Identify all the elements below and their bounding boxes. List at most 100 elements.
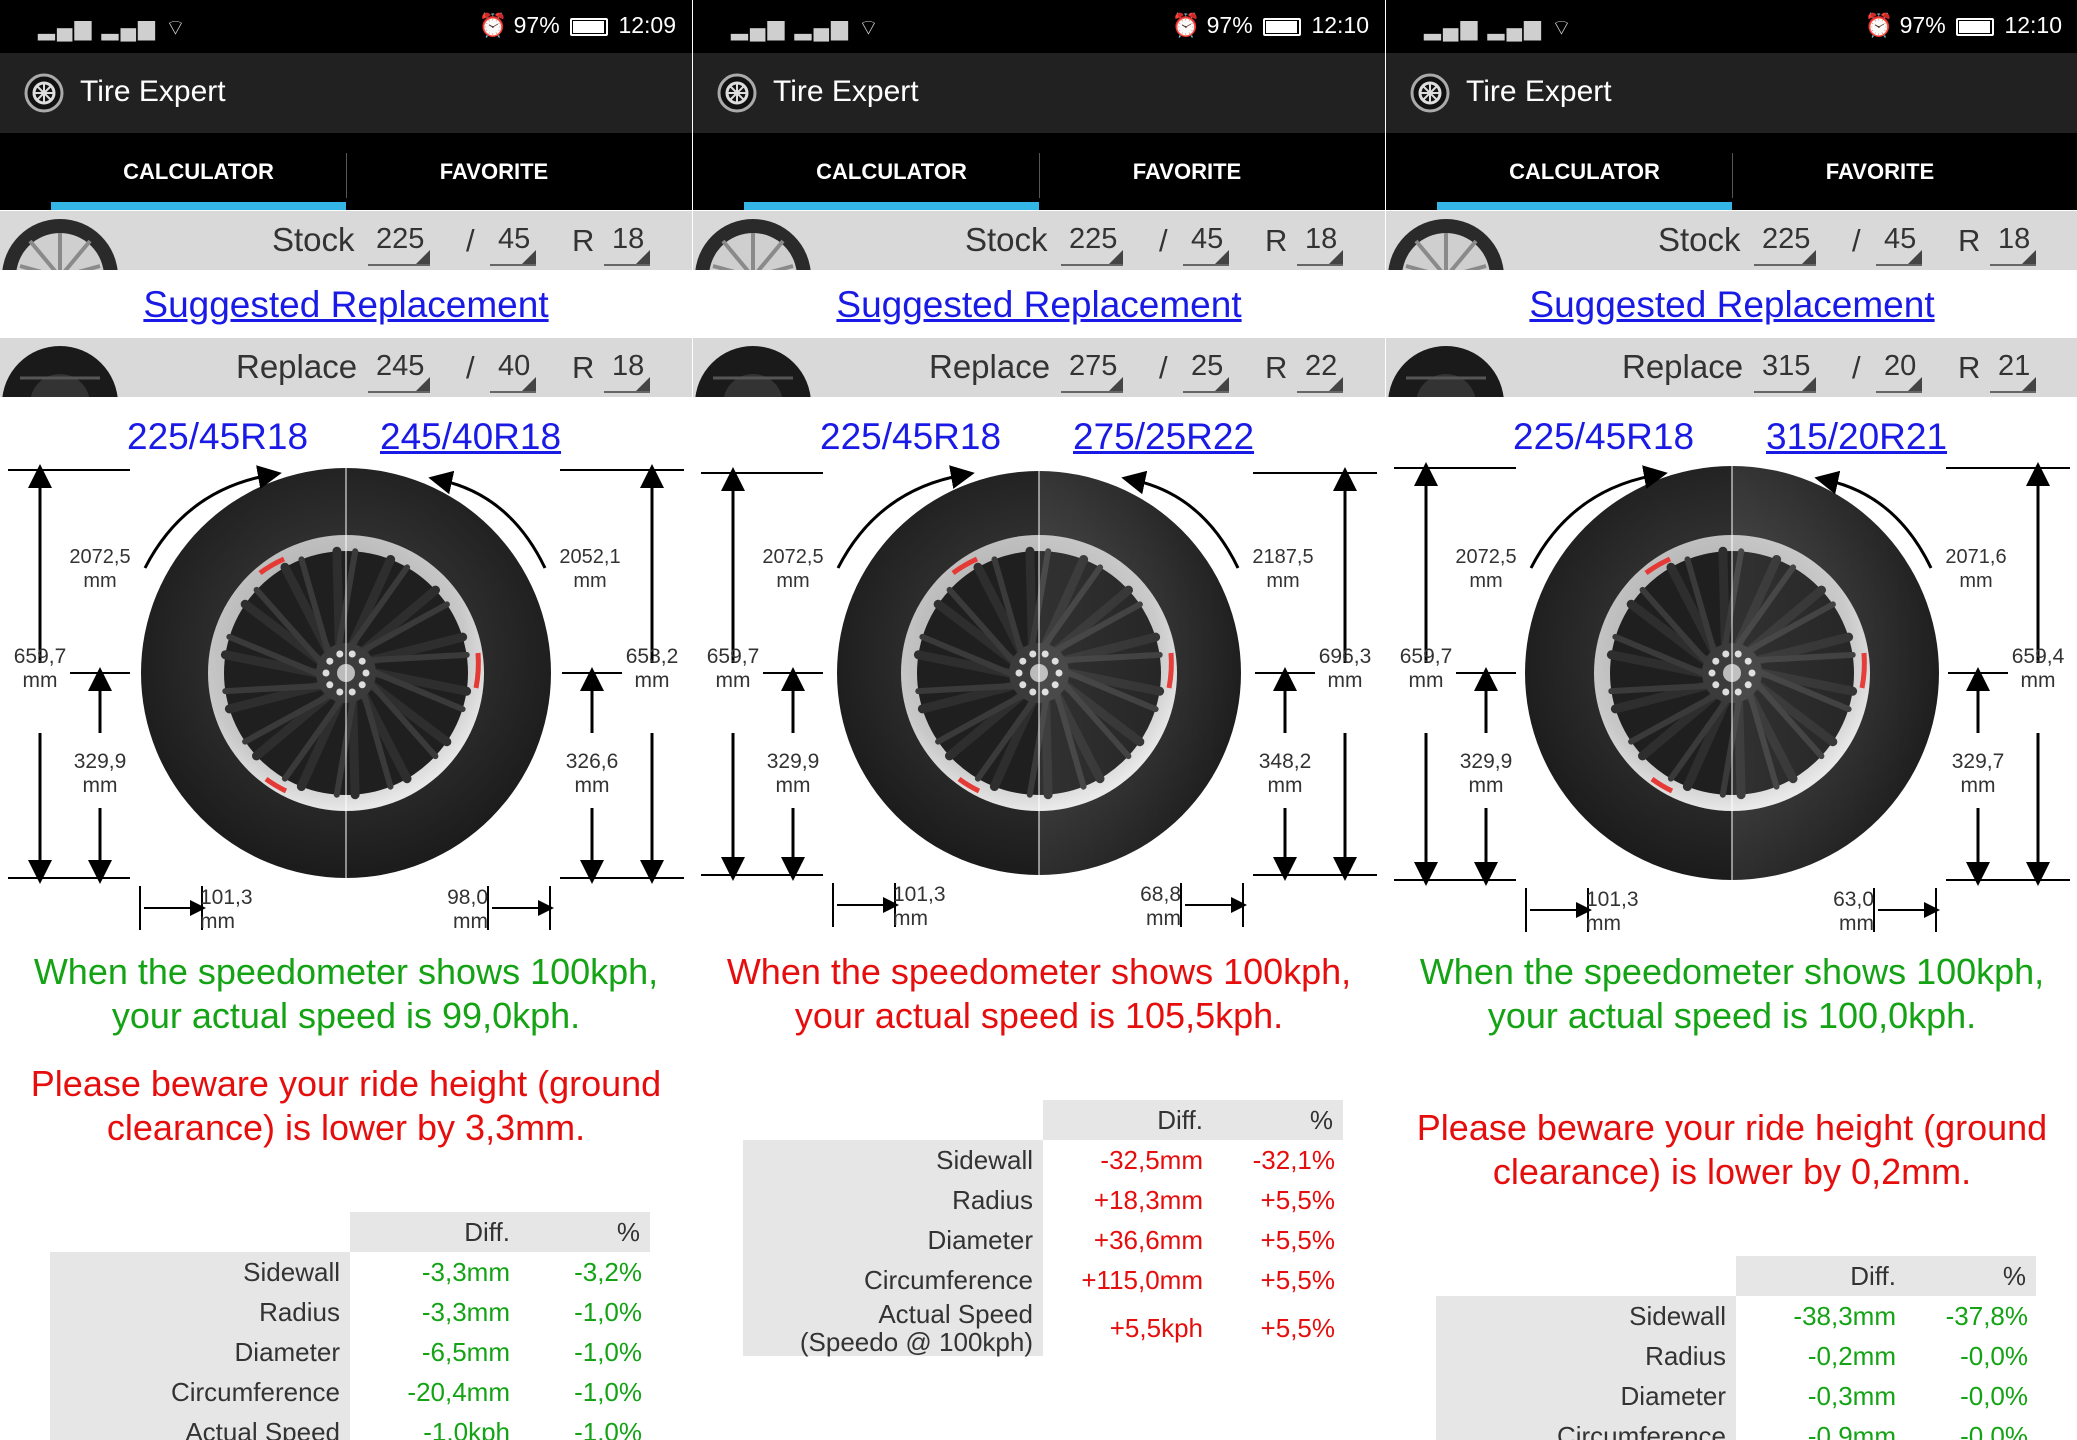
action-bar: Tire Expert xyxy=(693,53,1385,133)
result-diff: -6,5mm xyxy=(421,1336,510,1367)
tire-diagram-area: 225/45R18 315/20R21 2072,5 mm 2071,6 mm … xyxy=(1386,400,2077,940)
dropdown-arrow-icon xyxy=(636,250,651,264)
tab-calculator[interactable]: CALCULATOR xyxy=(1437,133,1732,210)
replace-width-spinner[interactable]: 275 xyxy=(1061,350,1124,393)
rim-r-label: R xyxy=(572,223,595,258)
stock-diameter: 659,7 mm xyxy=(1399,645,1453,692)
result-label: Actual Speed xyxy=(50,1412,350,1440)
result-label: Radius xyxy=(743,1180,1043,1220)
replace-rim-spinner[interactable]: 22 xyxy=(1297,350,1344,393)
replace-circumference: 2187,5 mm xyxy=(1252,546,1314,592)
slash-separator: / xyxy=(1159,223,1168,258)
result-diff: -0,9mm xyxy=(1807,1420,1896,1440)
stock-aspect-spinner[interactable]: 45 xyxy=(490,223,537,266)
result-diff: -0,3mm xyxy=(1807,1380,1896,1411)
stock-size-title: 225/45R18 xyxy=(820,416,1002,457)
tab-favorite[interactable]: FAVORITE xyxy=(1732,133,2028,210)
result-diff: -1,0kph xyxy=(423,1416,510,1440)
dropdown-arrow-icon xyxy=(1802,250,1817,264)
result-label: Circumference xyxy=(743,1260,1043,1300)
stock-size-title: 225/45R18 xyxy=(1513,416,1695,457)
rim-r-label: R xyxy=(572,350,595,385)
replace-radius: 326,6 mm xyxy=(565,750,619,797)
ride-height-warning: Please beware your ride height (ground c… xyxy=(1416,1107,2048,1192)
replace-rim-spinner[interactable]: 18 xyxy=(604,350,651,393)
result-label: Diameter xyxy=(50,1332,350,1372)
result-label: Circumference xyxy=(50,1372,350,1412)
result-diff: -3,3mm xyxy=(421,1296,510,1327)
replace-diameter: 696,3 mm xyxy=(1318,645,1372,692)
results-table: Diff. % Sidewall -32,5mm -32,1% Radius +… xyxy=(743,1100,1343,1356)
stock-label: Stock xyxy=(272,221,355,258)
tab-calculator[interactable]: CALCULATOR xyxy=(51,133,346,210)
tire-comparison-diagram xyxy=(1394,460,2070,932)
action-bar: Tire Expert xyxy=(1386,53,2077,133)
result-row: Sidewall -3,3mm -3,2% xyxy=(50,1252,650,1292)
dropdown-arrow-icon xyxy=(1908,377,1923,391)
replace-aspect-spinner[interactable]: 25 xyxy=(1183,350,1230,393)
battery-icon xyxy=(570,17,609,36)
suggested-replacement-link[interactable]: Suggested Replacement xyxy=(693,284,1385,326)
dropdown-arrow-icon xyxy=(1215,250,1230,264)
result-diff: -38,3mm xyxy=(1793,1300,1896,1331)
result-label: Sidewall xyxy=(743,1140,1043,1180)
replace-width-spinner[interactable]: 315 xyxy=(1754,350,1817,393)
status-bar: ▂▄▆ ▂▄▆ ⌔ ⏰ 97% 12:09 xyxy=(0,0,692,53)
stock-width-spinner[interactable]: 225 xyxy=(1754,223,1817,266)
result-percent: +5,5% xyxy=(1260,1264,1335,1295)
tire-thumbnail-icon xyxy=(2,346,118,397)
replace-aspect-spinner[interactable]: 40 xyxy=(490,350,537,393)
replace-size-link[interactable]: 275/25R22 xyxy=(1073,416,1254,458)
percent-column-header: % xyxy=(520,1212,650,1252)
stock-width-spinner[interactable]: 225 xyxy=(368,223,431,266)
stock-rim-spinner[interactable]: 18 xyxy=(1297,223,1344,266)
tire-app-icon xyxy=(717,73,757,113)
stock-aspect-spinner[interactable]: 45 xyxy=(1876,223,1923,266)
result-label: Diameter xyxy=(743,1220,1043,1260)
diff-column-header: Diff. xyxy=(1043,1100,1213,1140)
result-percent: -1,0% xyxy=(574,1376,642,1407)
result-row: Radius -3,3mm -1,0% xyxy=(50,1292,650,1332)
stock-radius: 329,9 mm xyxy=(1459,750,1513,797)
tab-favorite[interactable]: FAVORITE xyxy=(346,133,642,210)
stock-rim-spinner[interactable]: 18 xyxy=(1990,223,2037,266)
battery-icon xyxy=(1263,17,1302,36)
tab-calculator[interactable]: CALCULATOR xyxy=(744,133,1039,210)
result-row: Circumference -0,9mm -0,0% xyxy=(1436,1416,2036,1440)
replace-size-link[interactable]: 315/20R21 xyxy=(1766,416,1947,458)
result-row: Actual Speed (Speedo @ 100kph) +5,5kph +… xyxy=(743,1300,1343,1356)
tab-favorite[interactable]: FAVORITE xyxy=(1039,133,1335,210)
wheel-thumbnail-icon xyxy=(2,219,118,270)
results-table: Diff. % Sidewall -3,3mm -3,2% Radius -3,… xyxy=(50,1212,650,1440)
result-percent: +5,5% xyxy=(1260,1312,1335,1343)
result-label: Diameter xyxy=(1436,1376,1736,1416)
selected-tab-indicator xyxy=(744,202,1039,210)
suggested-replacement-link[interactable]: Suggested Replacement xyxy=(0,284,692,326)
replace-aspect-spinner[interactable]: 20 xyxy=(1876,350,1923,393)
dropdown-arrow-icon xyxy=(2022,250,2037,264)
result-row: Diameter -0,3mm -0,0% xyxy=(1436,1376,2036,1416)
tire-comparison-diagram xyxy=(8,462,684,930)
result-diff: +36,6mm xyxy=(1093,1224,1203,1255)
stock-aspect-spinner[interactable]: 45 xyxy=(1183,223,1230,266)
rim-r-label: R xyxy=(1958,223,1981,258)
status-bar: ▂▄▆ ▂▄▆ ⌔ ⏰ 97% 12:10 xyxy=(693,0,1385,53)
result-percent: -3,2% xyxy=(574,1256,642,1287)
slash-separator: / xyxy=(466,350,475,385)
slash-separator: / xyxy=(1159,350,1168,385)
stock-width-spinner[interactable]: 225 xyxy=(1061,223,1124,266)
replace-width-spinner[interactable]: 245 xyxy=(368,350,431,393)
suggested-replacement-link[interactable]: Suggested Replacement xyxy=(1386,284,2077,326)
rim-r-label: R xyxy=(1958,350,1981,385)
signal-icon: ▂▄▆ ▂▄▆ ⌔ xyxy=(731,15,881,40)
stock-rim-spinner[interactable]: 18 xyxy=(604,223,651,266)
speedometer-message: When the speedometer shows 100kph, your … xyxy=(33,951,659,1036)
replace-size-link[interactable]: 245/40R18 xyxy=(380,416,561,458)
slash-separator: / xyxy=(1852,223,1861,258)
percent-column-header: % xyxy=(1906,1256,2036,1296)
tire-diagram-area: 225/45R18 275/25R22 2072,5 mm 2187,5 mm … xyxy=(693,400,1385,940)
stock-size-row: Stock 225 / 45 R 18 xyxy=(693,211,1385,270)
tab-bar: CALCULATOR FAVORITE xyxy=(693,133,1385,210)
replace-rim-spinner[interactable]: 21 xyxy=(1990,350,2037,393)
dropdown-arrow-icon xyxy=(636,377,651,391)
